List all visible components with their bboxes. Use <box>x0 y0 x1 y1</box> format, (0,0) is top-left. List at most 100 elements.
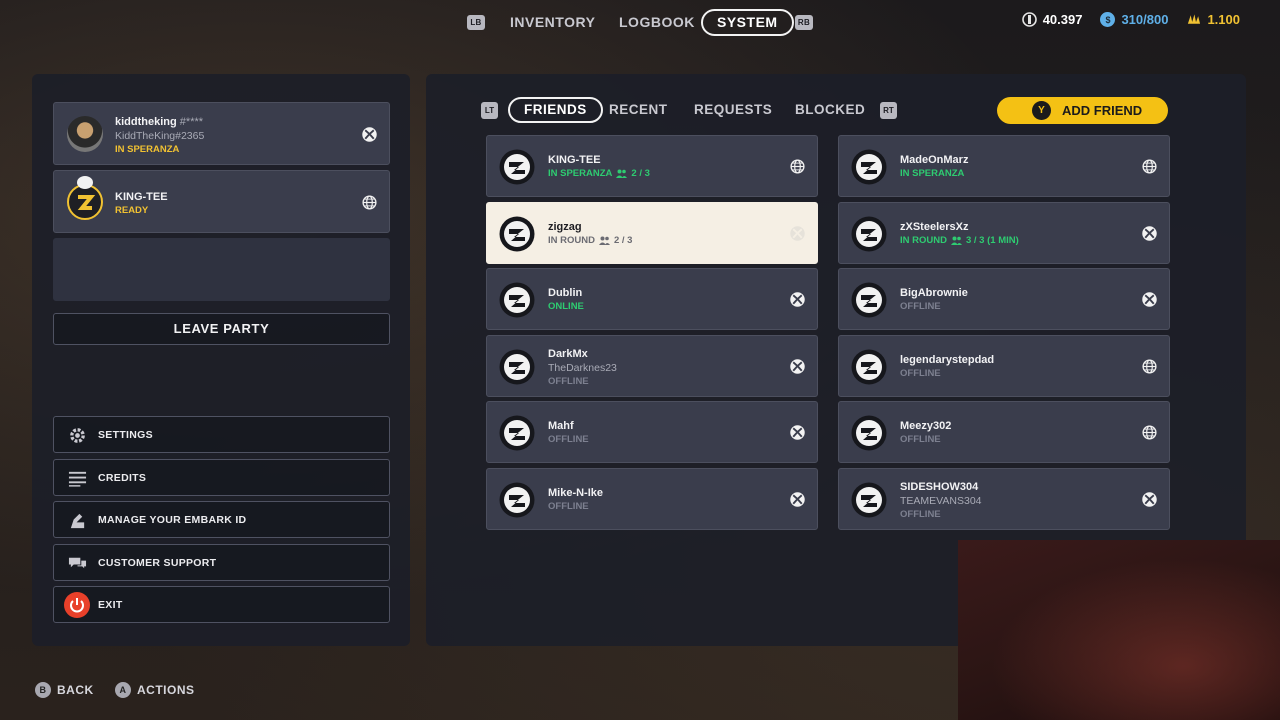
xbox-icon <box>790 492 805 507</box>
friend-card[interactable]: SIDESHOW304 TEAMEVANS304 OFFLINE <box>838 468 1170 530</box>
friend-name: Mike-N-Ike <box>548 487 604 499</box>
xbox-icon <box>790 226 805 241</box>
friend-card[interactable]: BigAbrownie OFFLINE <box>838 268 1170 330</box>
avatar <box>67 116 103 152</box>
friend-status: OFFLINE <box>900 434 941 445</box>
friend-card[interactable]: Dublin ONLINE <box>486 268 818 330</box>
embark-logo-icon <box>851 149 887 185</box>
xbox-icon <box>790 425 805 440</box>
lt-button-hint: LT <box>481 102 498 119</box>
customer-support-button[interactable]: CUSTOMER SUPPORT <box>53 544 390 581</box>
tab-blocked[interactable]: BLOCKED <box>795 97 865 123</box>
back-label: BACK <box>57 683 94 697</box>
xbox-icon <box>1142 226 1157 241</box>
friend-status: OFFLINE <box>548 501 589 512</box>
friend-status-text: OFFLINE <box>900 301 941 312</box>
party-member-name: KING-TEE <box>115 191 168 203</box>
add-friend-button[interactable]: Y ADD FRIEND <box>997 97 1168 124</box>
friend-status: OFFLINE <box>900 368 941 379</box>
rt-button-hint: RT <box>880 102 897 119</box>
friend-name: SIDESHOW304 <box>900 481 979 493</box>
party-icon <box>598 236 610 245</box>
tab-requests[interactable]: REQUESTS <box>694 97 772 123</box>
settings-button[interactable]: SETTINGS <box>53 416 390 453</box>
friend-card[interactable]: zXSteelersXz IN ROUND 3 / 3 (1 MIN) <box>838 202 1170 264</box>
tab-recent[interactable]: RECENT <box>609 97 668 123</box>
xbox-icon <box>1142 492 1157 507</box>
party-member-tag: #**** <box>179 116 204 128</box>
friend-status-text: IN SPERANZA <box>900 168 965 179</box>
embark-logo-icon <box>851 349 887 385</box>
credits-button[interactable]: CREDITS <box>53 459 390 496</box>
friend-name: BigAbrownie <box>900 287 968 299</box>
back-hint[interactable]: B BACK <box>35 682 94 698</box>
tab-logbook[interactable]: LOGBOOK <box>619 9 695 36</box>
embark-logo-icon <box>499 415 535 451</box>
party-member-card[interactable]: kiddtheking #**** KiddTheKing#2365 IN SP… <box>53 102 390 165</box>
manage-embark-id-label: MANAGE YOUR EMBARK ID <box>98 514 247 526</box>
manage-embark-id-button[interactable]: MANAGE YOUR EMBARK ID <box>53 501 390 538</box>
leave-party-button[interactable]: LEAVE PARTY <box>53 313 390 345</box>
xbox-icon <box>790 359 805 374</box>
bucket-value: 310/800 <box>1121 12 1169 27</box>
friend-name: zigzag <box>548 221 582 233</box>
friend-name: Meezy302 <box>900 420 952 432</box>
embark-logo-icon <box>499 282 535 318</box>
empty-party-slot[interactable] <box>53 238 390 301</box>
embark-logo-icon <box>499 216 535 252</box>
friend-card[interactable]: Meezy302 OFFLINE <box>838 401 1170 463</box>
add-friend-label: ADD FRIEND <box>1062 103 1143 118</box>
party-member-status: IN SPERANZA <box>115 144 180 155</box>
friend-status: IN SPERANZA 2 / 3 <box>548 168 650 179</box>
bucket-currency: $ 310/800 <box>1100 12 1168 27</box>
a-button-icon: A <box>115 682 131 698</box>
friend-status-text: OFFLINE <box>900 368 941 379</box>
friend-name: DarkMx <box>548 348 588 360</box>
friend-card[interactable]: legendarystepdad OFFLINE <box>838 335 1170 397</box>
friend-name: legendarystepdad <box>900 354 995 366</box>
coins-value: 40.397 <box>1042 12 1083 27</box>
friend-embark-id: TEAMEVANS304 <box>900 495 982 507</box>
party-icon <box>616 169 628 178</box>
globe-icon <box>1142 359 1157 374</box>
embark-logo-icon <box>499 482 535 518</box>
friend-name: KING-TEE <box>548 154 601 166</box>
globe-icon <box>1142 159 1157 174</box>
chat-icon <box>68 557 87 569</box>
party-member-card[interactable]: KING-TEE READY <box>53 170 390 233</box>
friend-status-text: IN SPERANZA <box>548 168 613 179</box>
friend-card[interactable]: KING-TEE IN SPERANZA 2 / 3 <box>486 135 818 197</box>
friend-embark-id: TheDarknes23 <box>548 362 617 374</box>
friend-party-size: 2 / 3 <box>631 168 650 179</box>
friend-status-text: OFFLINE <box>900 509 941 520</box>
party-member-name: kiddtheking #**** <box>115 116 204 128</box>
friend-status-text: OFFLINE <box>548 376 589 387</box>
friend-status: OFFLINE <box>548 376 589 387</box>
globe-icon <box>790 159 805 174</box>
friend-status: OFFLINE <box>900 509 941 520</box>
friend-status: IN SPERANZA <box>900 168 964 179</box>
friend-card[interactable]: Mahf OFFLINE <box>486 401 818 463</box>
friend-name: Mahf <box>548 420 574 432</box>
friend-card[interactable]: DarkMx TheDarknes23 OFFLINE <box>486 335 818 397</box>
friend-card[interactable]: Mike-N-Ike OFFLINE <box>486 468 818 530</box>
currency-bar: 40.397 $ 310/800 1.100 <box>1021 12 1240 27</box>
friend-card[interactable]: MadeOnMarz IN SPERANZA <box>838 135 1170 197</box>
actions-hint[interactable]: A ACTIONS <box>115 682 195 698</box>
friend-status: OFFLINE <box>900 301 941 312</box>
tab-system[interactable]: SYSTEM <box>701 9 794 36</box>
tab-inventory[interactable]: INVENTORY <box>510 9 595 36</box>
globe-icon <box>362 195 377 210</box>
friend-status: ONLINE <box>548 301 584 312</box>
multibucks-currency: 1.100 <box>1186 12 1240 27</box>
customer-support-label: CUSTOMER SUPPORT <box>98 557 217 569</box>
lb-button-hint: LB <box>467 15 485 30</box>
friend-party-size: 2 / 3 <box>613 235 633 246</box>
embark-logo-icon <box>851 216 887 252</box>
embark-logo-icon <box>499 349 535 385</box>
tab-friends[interactable]: FRIENDS <box>508 97 603 123</box>
friend-status: IN ROUND 2 / 3 <box>548 235 632 246</box>
xbox-icon <box>362 127 377 142</box>
exit-button[interactable]: EXIT <box>53 586 390 623</box>
friend-card[interactable]: zigzag IN ROUND 2 / 3 <box>486 202 818 264</box>
